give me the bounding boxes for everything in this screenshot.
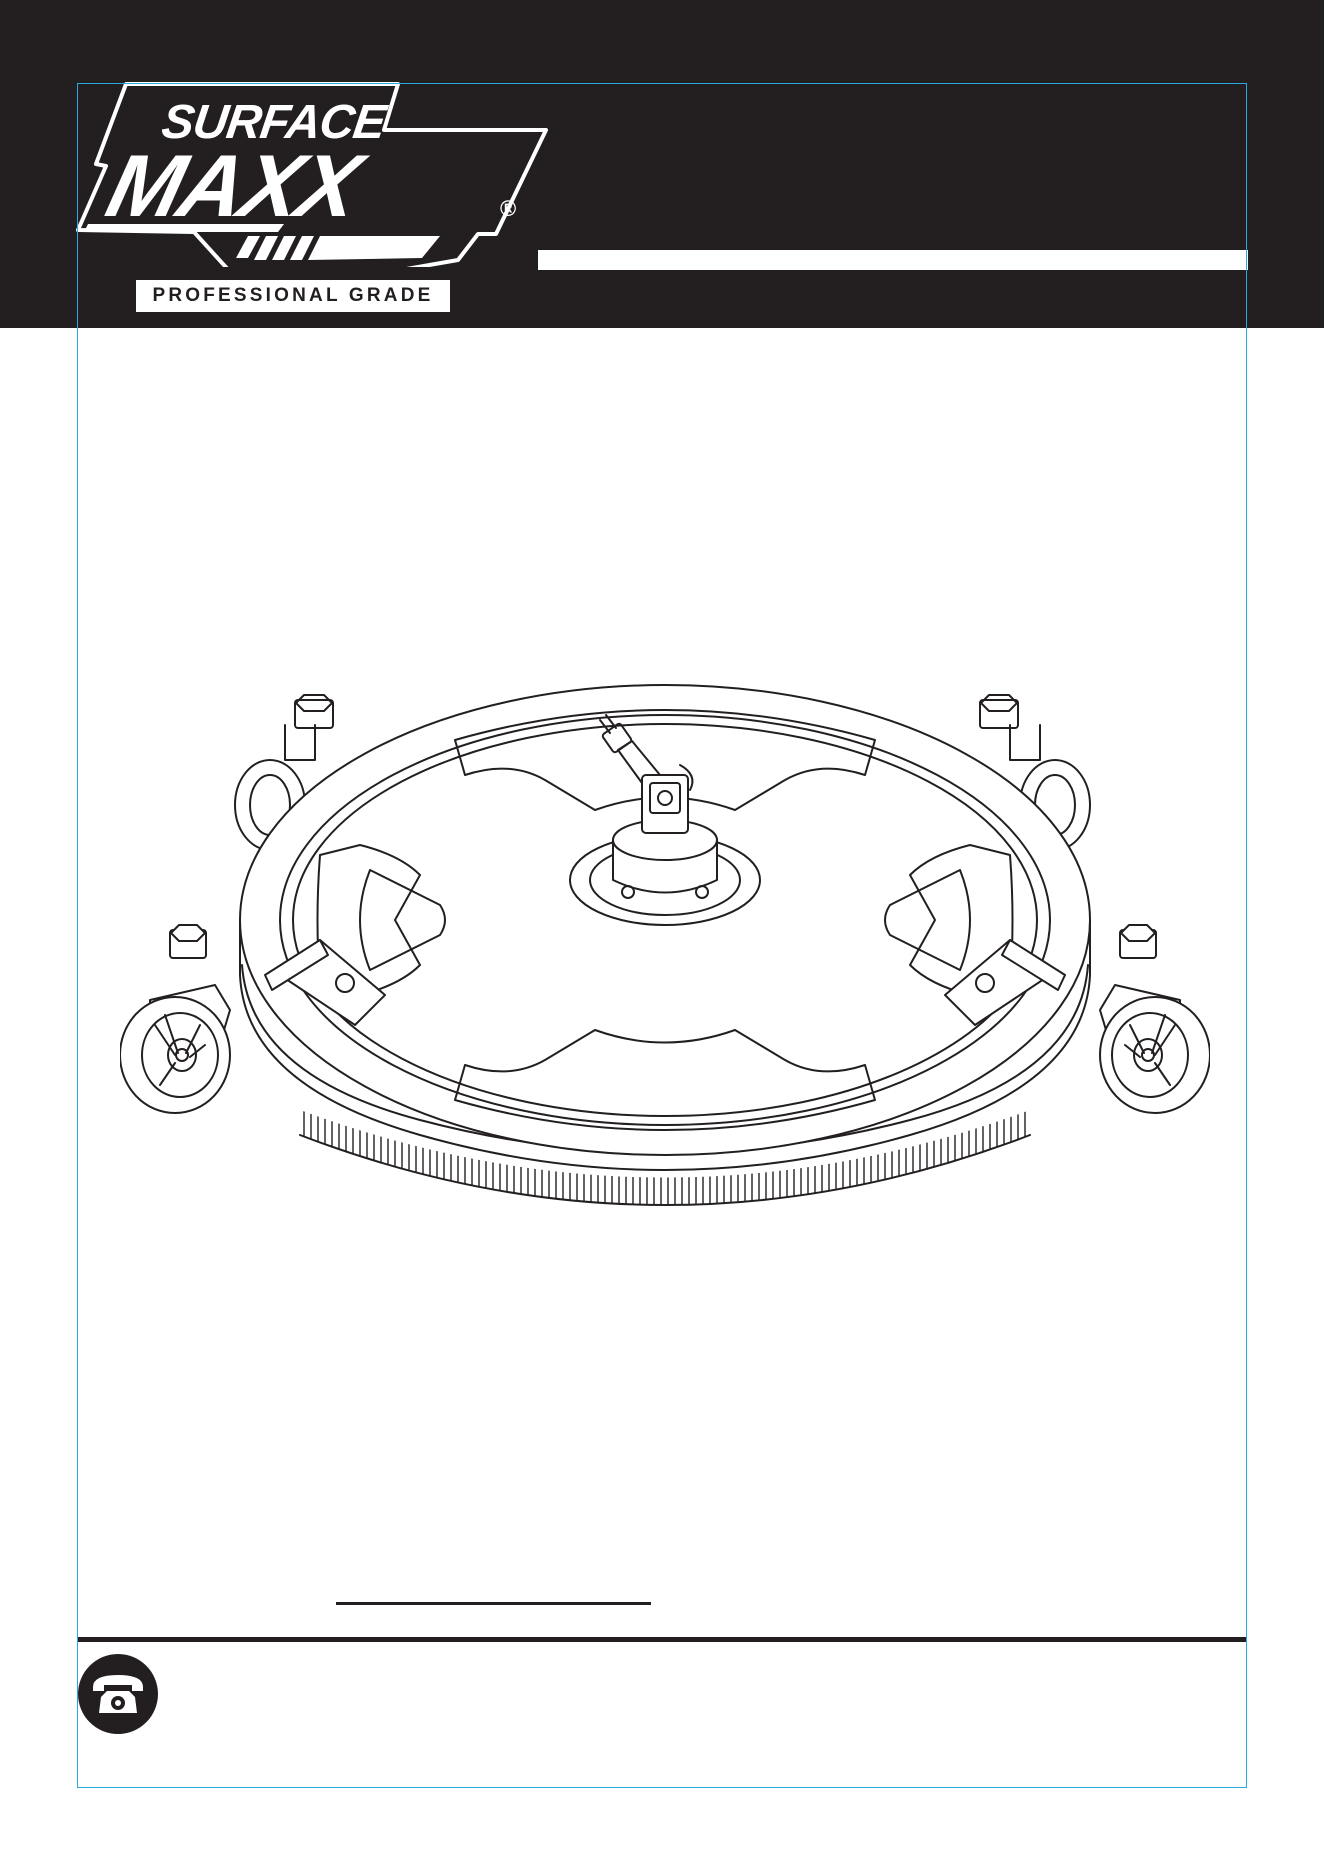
title-bar bbox=[538, 250, 1248, 270]
professional-grade-tag: PROFESSIONAL GRADE bbox=[136, 280, 450, 312]
surface-cleaner-illustration bbox=[120, 684, 1210, 1206]
footer-rule bbox=[78, 1637, 1246, 1642]
surface-maxx-logo: SURFACE MAXX ® bbox=[76, 82, 548, 267]
telephone-icon bbox=[78, 1654, 158, 1734]
caster-front-right bbox=[1099, 924, 1210, 1114]
date-line bbox=[336, 1602, 651, 1605]
logo-line2: MAXX bbox=[98, 136, 376, 234]
registered-mark: ® bbox=[500, 196, 516, 221]
caster-front-left bbox=[120, 924, 231, 1114]
